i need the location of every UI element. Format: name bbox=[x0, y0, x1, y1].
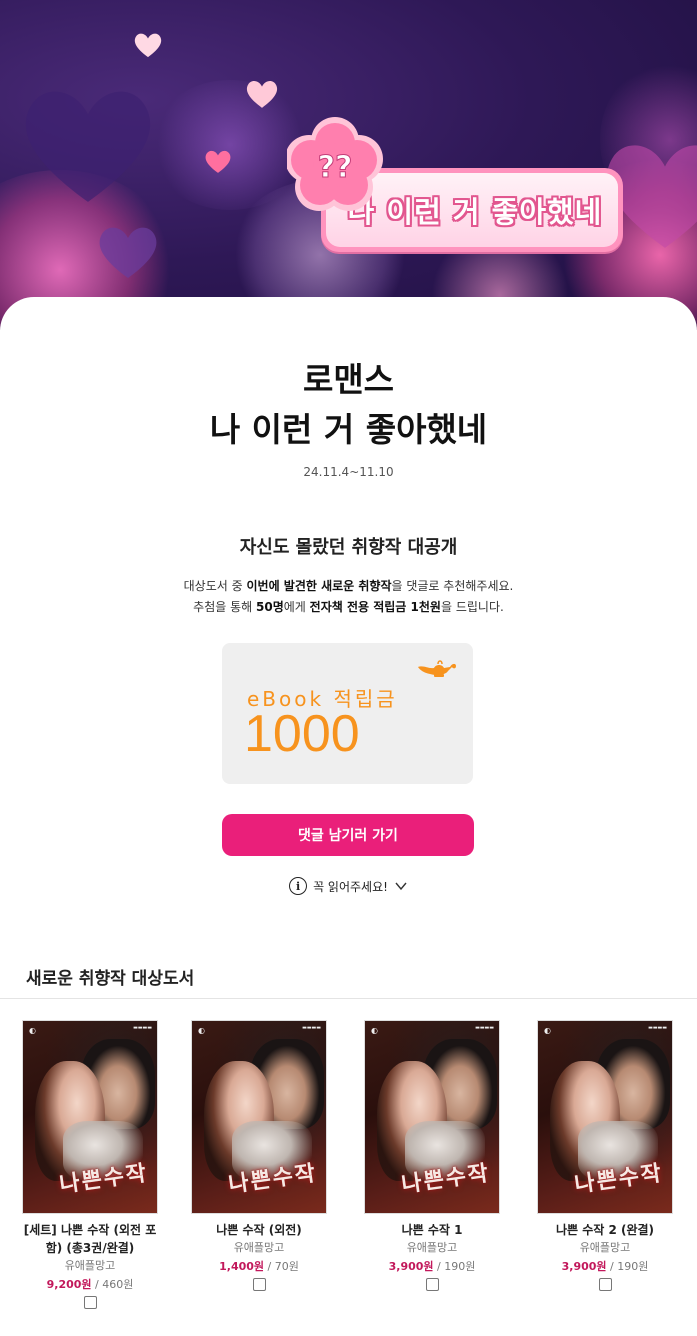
book-title[interactable]: 나쁜 수작 2 (완결) bbox=[525, 1221, 685, 1239]
event-description-line2: 추첨을 통해 50명에게 전자책 전용 적립금 1천원을 드립니다. bbox=[193, 600, 504, 614]
badge-question: ?? bbox=[318, 150, 353, 185]
book-cover[interactable]: ◐ ▬▬▬▬ 나쁜수작 bbox=[22, 1020, 158, 1214]
notice-label: 꼭 읽어주세요! bbox=[313, 879, 388, 894]
book-cover[interactable]: ◐ ▬▬▬▬ 나쁜수작 bbox=[537, 1020, 673, 1214]
event-period: 24.11.4~11.10 bbox=[303, 465, 394, 479]
book-item[interactable]: ◐ ▬▬▬▬ 나쁜수작 [세트] 나쁜 수작 (외전 포 함) (총3권/완결) … bbox=[10, 1020, 170, 1309]
book-title[interactable]: [세트] 나쁜 수작 (외전 포 함) (총3권/완결) bbox=[10, 1221, 170, 1257]
coupon-value: 1000 bbox=[244, 705, 360, 763]
book-select-checkbox[interactable] bbox=[83, 1296, 97, 1309]
cover-tag: ▬▬▬▬ bbox=[648, 1025, 667, 1031]
event-banner: 나 이런 거 좋아했네 ?? bbox=[0, 0, 697, 330]
book-item[interactable]: ◐ ▬▬▬▬ 나쁜수작 나쁜 수작 (외전) 유애플망고 1,400원 / 70… bbox=[179, 1020, 339, 1291]
heart-icon bbox=[246, 81, 278, 108]
info-icon: i bbox=[289, 877, 308, 895]
book-price: 9,200원 / 460원 bbox=[46, 1278, 134, 1291]
book-item[interactable]: ◐ ▬▬▬▬ 나쁜수작 나쁜 수작 2 (완결) 유애플망고 3,900원 / … bbox=[525, 1020, 685, 1291]
chevron-down-icon bbox=[395, 882, 407, 891]
section-divider bbox=[0, 998, 697, 999]
book-price: 1,400원 / 70원 bbox=[219, 1260, 299, 1273]
book-price: 3,900원 / 190원 bbox=[561, 1260, 649, 1273]
book-cover[interactable]: ◐ ▬▬▬▬ 나쁜수작 bbox=[364, 1020, 500, 1214]
book-author[interactable]: 유애플망고 bbox=[352, 1240, 512, 1256]
question-flower-icon: ?? bbox=[287, 117, 383, 211]
heart-icon bbox=[99, 227, 157, 278]
event-subtitle: 자신도 몰랐던 취향작 대공개 bbox=[239, 537, 458, 558]
book-select-checkbox[interactable] bbox=[598, 1278, 612, 1291]
book-cover[interactable]: ◐ ▬▬▬▬ 나쁜수작 bbox=[191, 1020, 327, 1214]
cover-tag: ▬▬▬▬ bbox=[475, 1025, 494, 1031]
book-select-checkbox[interactable] bbox=[252, 1278, 266, 1291]
magic-lamp-icon bbox=[418, 660, 456, 677]
publisher-logo-icon: ◐ bbox=[544, 1026, 551, 1035]
book-select-checkbox[interactable] bbox=[425, 1278, 439, 1291]
notice-toggle[interactable]: i 꼭 읽어주세요! bbox=[0, 877, 697, 895]
publisher-logo-icon: ◐ bbox=[29, 1026, 36, 1035]
heart-icon bbox=[25, 91, 151, 202]
page-title-line1: 로맨스 bbox=[302, 360, 395, 399]
heart-icon bbox=[205, 150, 231, 173]
book-item[interactable]: ◐ ▬▬▬▬ 나쁜수작 나쁜 수작 1 유애플망고 3,900원 / 190원 bbox=[352, 1020, 512, 1291]
book-title[interactable]: 나쁜 수작 (외전) bbox=[179, 1221, 339, 1239]
ebook-point-coupon: eBook 적립금 1000 bbox=[222, 643, 473, 784]
cover-tag: ▬▬▬▬ bbox=[133, 1025, 152, 1031]
heart-icon bbox=[134, 33, 162, 58]
publisher-logo-icon: ◐ bbox=[198, 1026, 205, 1035]
cover-tag: ▬▬▬▬ bbox=[302, 1025, 321, 1031]
book-author[interactable]: 유애플망고 bbox=[10, 1258, 170, 1274]
book-author[interactable]: 유애플망고 bbox=[179, 1240, 339, 1256]
book-author[interactable]: 유애플망고 bbox=[525, 1240, 685, 1256]
event-description-line1: 대상도서 중 이번에 발견한 새로운 취향작을 댓글로 추천해주세요. bbox=[183, 579, 514, 593]
publisher-logo-icon: ◐ bbox=[371, 1026, 378, 1035]
book-title[interactable]: 나쁜 수작 1 bbox=[352, 1221, 512, 1239]
book-price: 3,900원 / 190원 bbox=[388, 1260, 476, 1273]
leave-comment-button[interactable]: 댓글 남기러 가기 bbox=[222, 814, 474, 856]
section-title: 새로운 취향작 대상도서 bbox=[26, 969, 195, 989]
page-title-line2: 나 이런 거 좋아했네 bbox=[209, 410, 488, 449]
